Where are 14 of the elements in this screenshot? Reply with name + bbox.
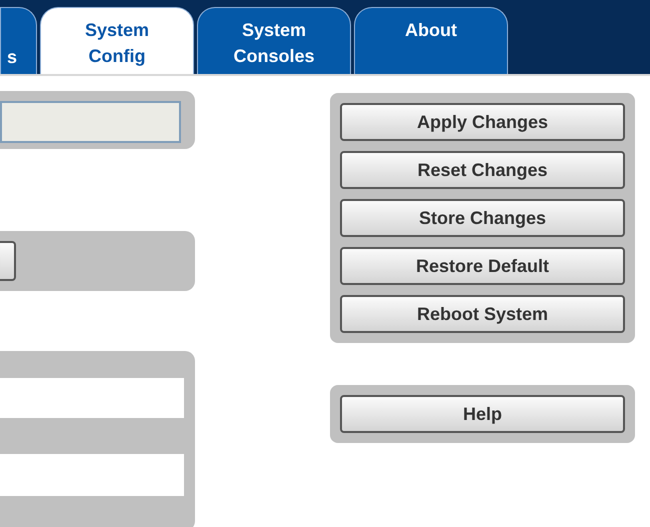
input-field[interactable]	[0, 378, 184, 418]
action-button[interactable]: Restore Default	[340, 247, 625, 285]
tab[interactable]: System Config	[40, 7, 194, 74]
tab[interactable]: About	[354, 7, 508, 74]
action-button[interactable]: Reboot System	[340, 295, 625, 333]
input-field[interactable]	[0, 454, 184, 496]
tab[interactable]: s	[0, 7, 37, 74]
action-button[interactable]: Help	[340, 395, 625, 433]
action-button[interactable]: Reset Changes	[340, 151, 625, 189]
action-button[interactable]: Apply Changes	[340, 103, 625, 141]
action-button[interactable]: Store Changes	[340, 199, 625, 237]
input-field[interactable]	[0, 101, 181, 143]
tab[interactable]: System Consoles	[197, 7, 351, 74]
partial-button[interactable]	[0, 241, 16, 281]
